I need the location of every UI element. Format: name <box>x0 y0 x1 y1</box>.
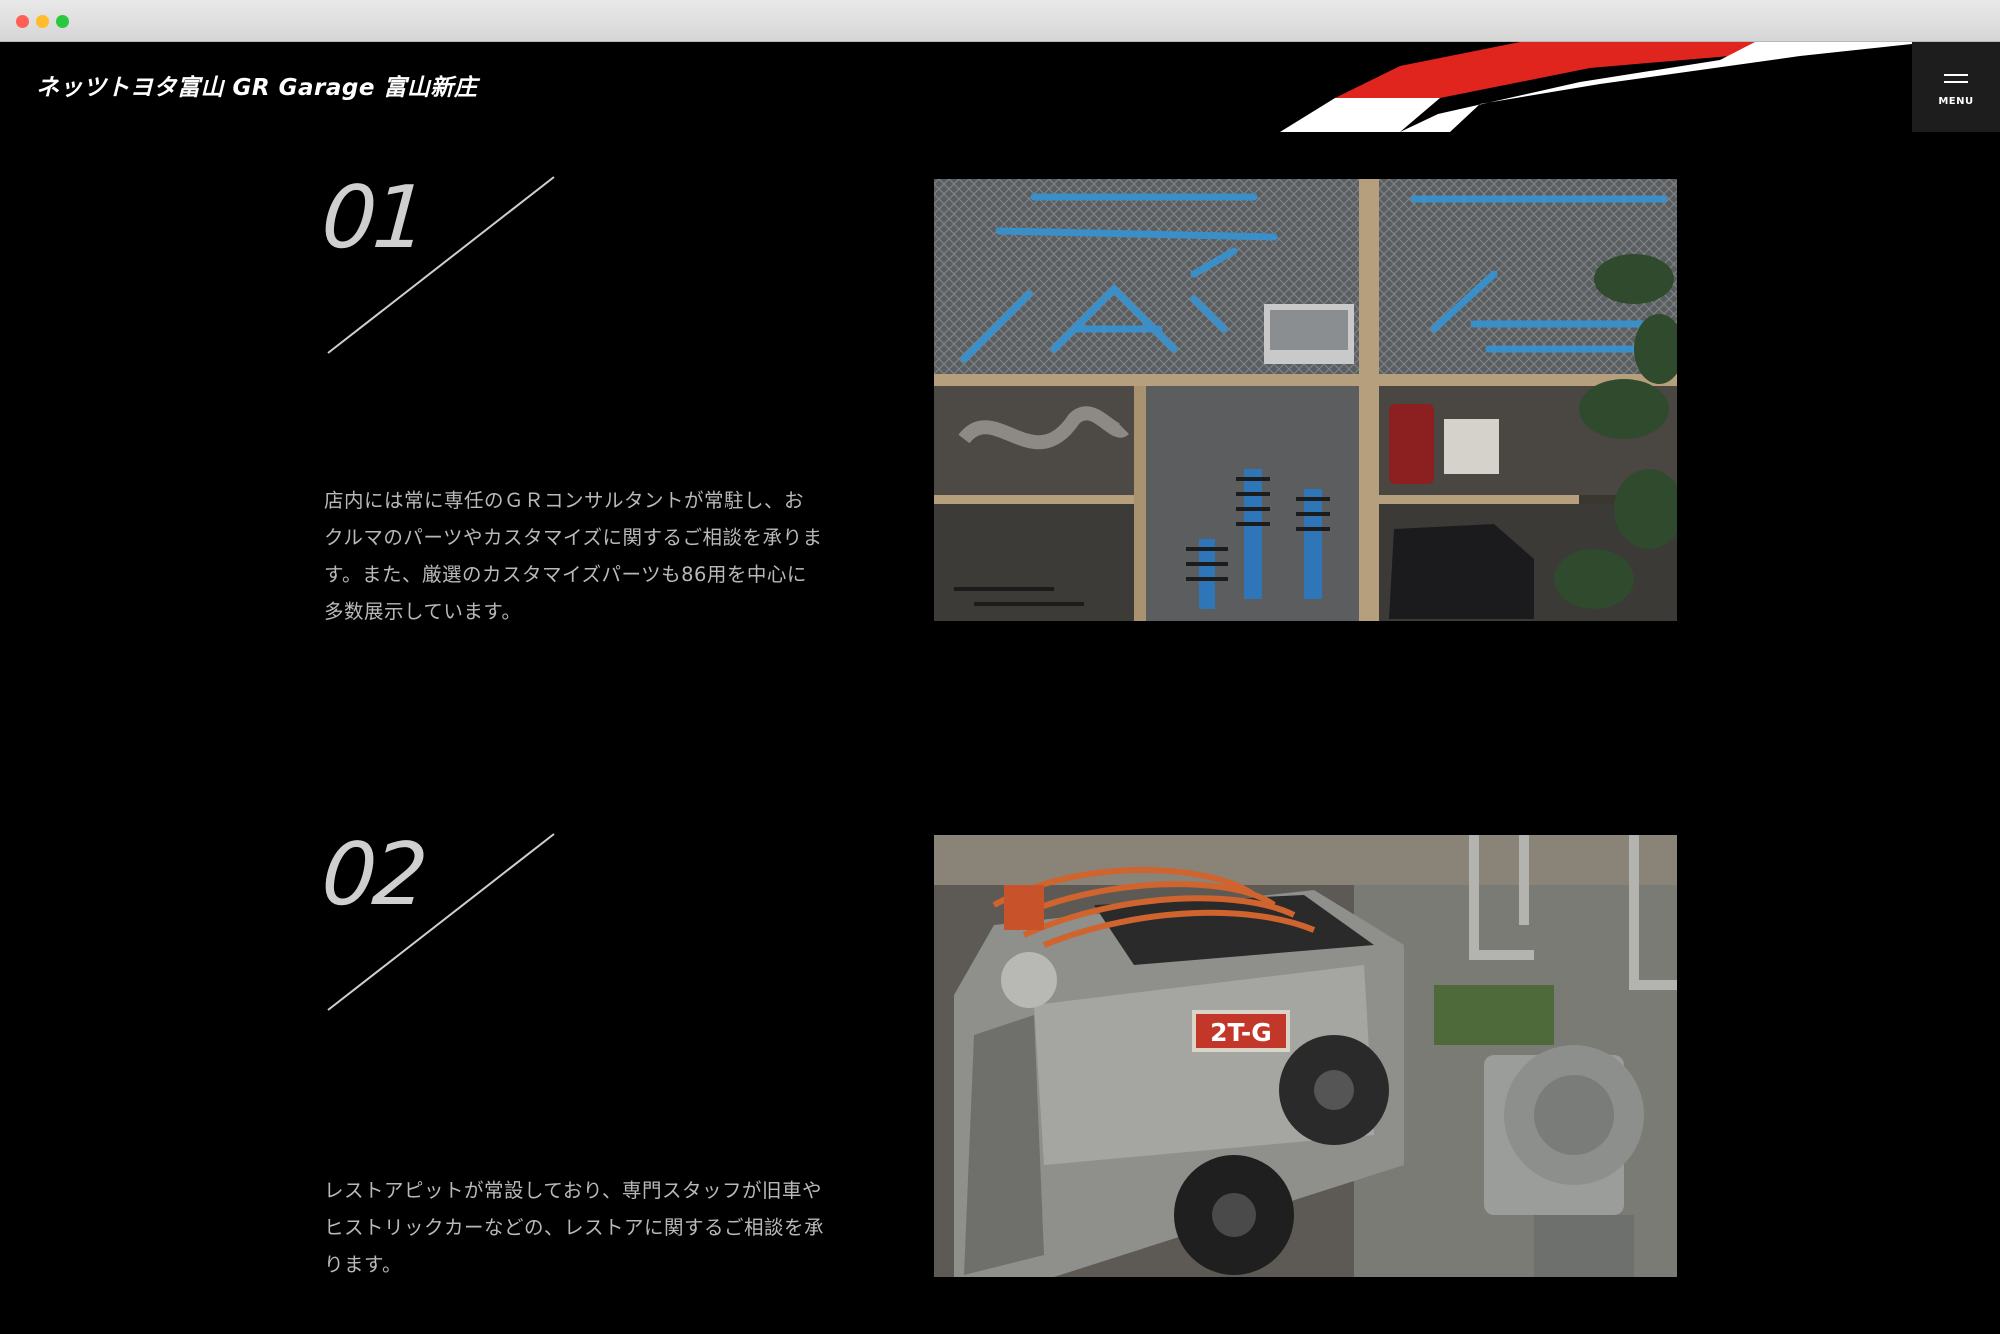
section-number-02: 02 <box>319 825 560 1017</box>
section-number-01: 01 <box>319 168 560 360</box>
decorative-stripes <box>1280 42 1912 132</box>
section-description: レストアピットが常設しており、専門スタッフが旧車やヒストリックカーなどの、レスト… <box>324 1179 825 1276</box>
engine-photo: 2T-G <box>934 835 1677 1277</box>
menu-button[interactable]: MENU <box>1912 42 2000 132</box>
engine-badge-text: 2T-G <box>1210 1018 1272 1047</box>
parts-display-photo <box>934 179 1677 621</box>
site-logo[interactable]: ネッツトヨタ富山 GR Garage 富山新庄 <box>36 68 477 102</box>
slash-line <box>327 176 555 354</box>
hamburger-icon <box>1944 74 1968 83</box>
window-minimize-icon[interactable] <box>36 15 49 28</box>
window-close-icon[interactable] <box>16 15 29 28</box>
browser-chrome <box>0 0 2000 42</box>
menu-label: MENU <box>1938 96 1974 107</box>
window-zoom-icon[interactable] <box>56 15 69 28</box>
section-description: 店内には常に専任のＧＲコンサルタントが常駐し、おクルマのパーツやカスタマイズに関… <box>324 489 823 623</box>
slash-line <box>327 833 555 1011</box>
